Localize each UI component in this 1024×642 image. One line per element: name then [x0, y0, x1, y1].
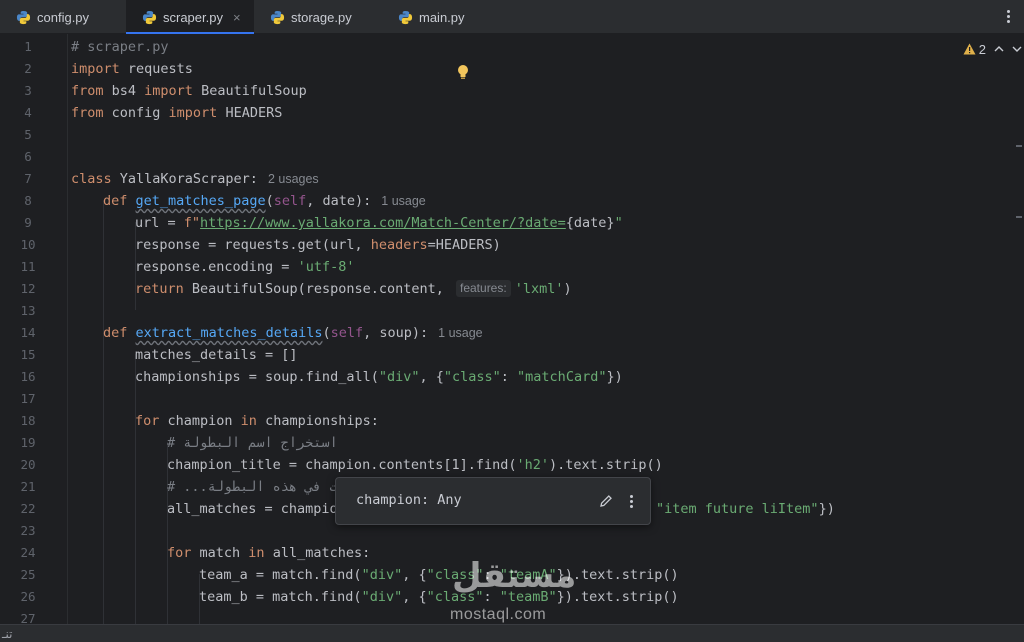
- code-line-9: url = f"https://www.yallakora.com/Match-…: [135, 215, 623, 231]
- usages-hint: 1 usage: [438, 326, 483, 340]
- type-info-popup[interactable]: champion: Any: [335, 477, 651, 525]
- line-number: 8: [24, 193, 32, 208]
- more-vertical-icon[interactable]: [628, 492, 636, 510]
- python-file-icon: [398, 10, 413, 24]
- code-line-8: def get_matches_page(self, date): 1 usage: [103, 193, 426, 209]
- line-number: 18: [20, 413, 36, 428]
- chevron-down-icon[interactable]: [1010, 42, 1024, 56]
- line-number: 17: [20, 391, 36, 406]
- line-number: 13: [20, 303, 36, 318]
- code-line-2: import requests: [71, 61, 193, 77]
- tab-label: config.py: [37, 9, 90, 25]
- code-line-18: for champion in championships:: [135, 413, 379, 429]
- watermark-arabic: مستقل: [452, 556, 577, 596]
- code-line-12: return BeautifulSoup(response.content, f…: [135, 280, 572, 297]
- tab-main-py[interactable]: main.py: [382, 0, 492, 34]
- line-number: 15: [20, 347, 36, 362]
- line-number: 14: [20, 325, 36, 340]
- watermark-latin: mostaql.com: [450, 606, 547, 623]
- code-area[interactable]: # scraper.py import requests from bs4 im…: [71, 34, 1024, 624]
- code-line-7: class YallaKoraScraper: 2 usages: [71, 171, 319, 187]
- tab-storage-py[interactable]: storage.py: [254, 0, 382, 34]
- line-number: 11: [20, 259, 36, 274]
- status-fragment: تنـ: [2, 627, 13, 641]
- code-line-26: team_b = match.find("div", {"class": "te…: [199, 589, 679, 605]
- tab-scraper-py[interactable]: scraper.py ×: [126, 0, 254, 34]
- line-number: 24: [20, 545, 36, 560]
- scroll-marker: [1016, 145, 1022, 147]
- line-number: 23: [20, 523, 36, 538]
- python-file-icon: [270, 10, 285, 24]
- tab-label: scraper.py: [163, 9, 223, 25]
- code-line-22: all_matches = champio: [167, 501, 338, 517]
- python-file-icon: [142, 10, 157, 24]
- code-line-11: response.encoding = 'utf-8': [135, 259, 355, 275]
- chevron-up-icon[interactable]: [992, 42, 1006, 56]
- scroll-marker: [1016, 216, 1022, 218]
- code-line-20: champion_title = champion.contents[1].fi…: [167, 457, 663, 473]
- indent-guide: [103, 200, 104, 624]
- line-number: 3: [24, 83, 32, 98]
- parameter-inlay-hint: features:: [456, 280, 511, 297]
- line-number: 9: [24, 215, 32, 230]
- code-line-15: matches_details = []: [135, 347, 298, 363]
- line-number: 4: [24, 105, 32, 120]
- inspection-widget[interactable]: 2: [963, 40, 986, 58]
- code-line-25: team_a = match.find("div", {"class": "te…: [199, 567, 679, 583]
- tab-config-py[interactable]: config.py: [0, 0, 126, 34]
- warning-count: 2: [978, 41, 986, 57]
- line-number: 19: [20, 435, 36, 450]
- line-number: 21: [20, 479, 36, 494]
- code-line-16: championships = soup.find_all("div", {"c…: [135, 369, 623, 385]
- tab-label: main.py: [419, 9, 465, 25]
- lightbulb-icon[interactable]: [456, 64, 470, 80]
- line-number: 5: [24, 127, 32, 142]
- pencil-icon[interactable]: [598, 493, 614, 509]
- line-number: 1: [24, 39, 32, 54]
- indent-guide: [135, 354, 136, 624]
- code-line-4: from config import HEADERS: [71, 105, 283, 121]
- code-editor[interactable]: 1 2 3 4 5 6 7 8 9 10 11 12 13 14 15 16 1…: [0, 34, 1024, 624]
- code-line-24: for match in all_matches:: [167, 545, 371, 561]
- line-number: 2: [24, 61, 32, 76]
- line-number: 20: [20, 457, 36, 472]
- python-file-icon: [16, 10, 31, 24]
- tab-label: storage.py: [291, 9, 352, 25]
- line-number: 7: [24, 171, 32, 186]
- editor-tab-bar: config.py scraper.py × storage.py main.p…: [0, 0, 1024, 34]
- line-number: 12: [20, 281, 36, 296]
- code-line-3: from bs4 import BeautifulSoup: [71, 83, 307, 99]
- watermark: مستقل mostaql.com: [440, 556, 590, 630]
- code-line-10: response = requests.get(url, headers=HEA…: [135, 237, 501, 253]
- line-number: 27: [20, 611, 36, 624]
- line-number: 25: [20, 567, 36, 582]
- warning-triangle-icon: [963, 43, 976, 55]
- code-line-14: def extract_matches_details(self, soup):…: [103, 325, 483, 341]
- tab-options-menu-icon[interactable]: [1000, 6, 1016, 28]
- popup-type-text: champion: Any: [356, 492, 462, 508]
- code-line-19: # استخراج اسم البطولة: [167, 435, 338, 451]
- url-link: https://www.yallakora.com/Match-Center/?…: [200, 215, 566, 231]
- line-number: 6: [24, 149, 32, 164]
- close-icon[interactable]: ×: [233, 10, 241, 25]
- code-line-21: # ...ريات في هذه البطولة: [167, 479, 363, 495]
- line-number: 26: [20, 589, 36, 604]
- code-line-1: # scraper.py: [71, 39, 169, 55]
- usages-hint: 1 usage: [381, 194, 426, 208]
- line-number: 16: [20, 369, 36, 384]
- usages-hint: 2 usages: [267, 172, 319, 186]
- line-number: 10: [20, 237, 36, 252]
- code-line-22-tail: "item future liItem"}): [656, 501, 835, 517]
- line-number-gutter: 1 2 3 4 5 6 7 8 9 10 11 12 13 14 15 16 1…: [0, 34, 68, 624]
- line-number: 22: [20, 501, 36, 516]
